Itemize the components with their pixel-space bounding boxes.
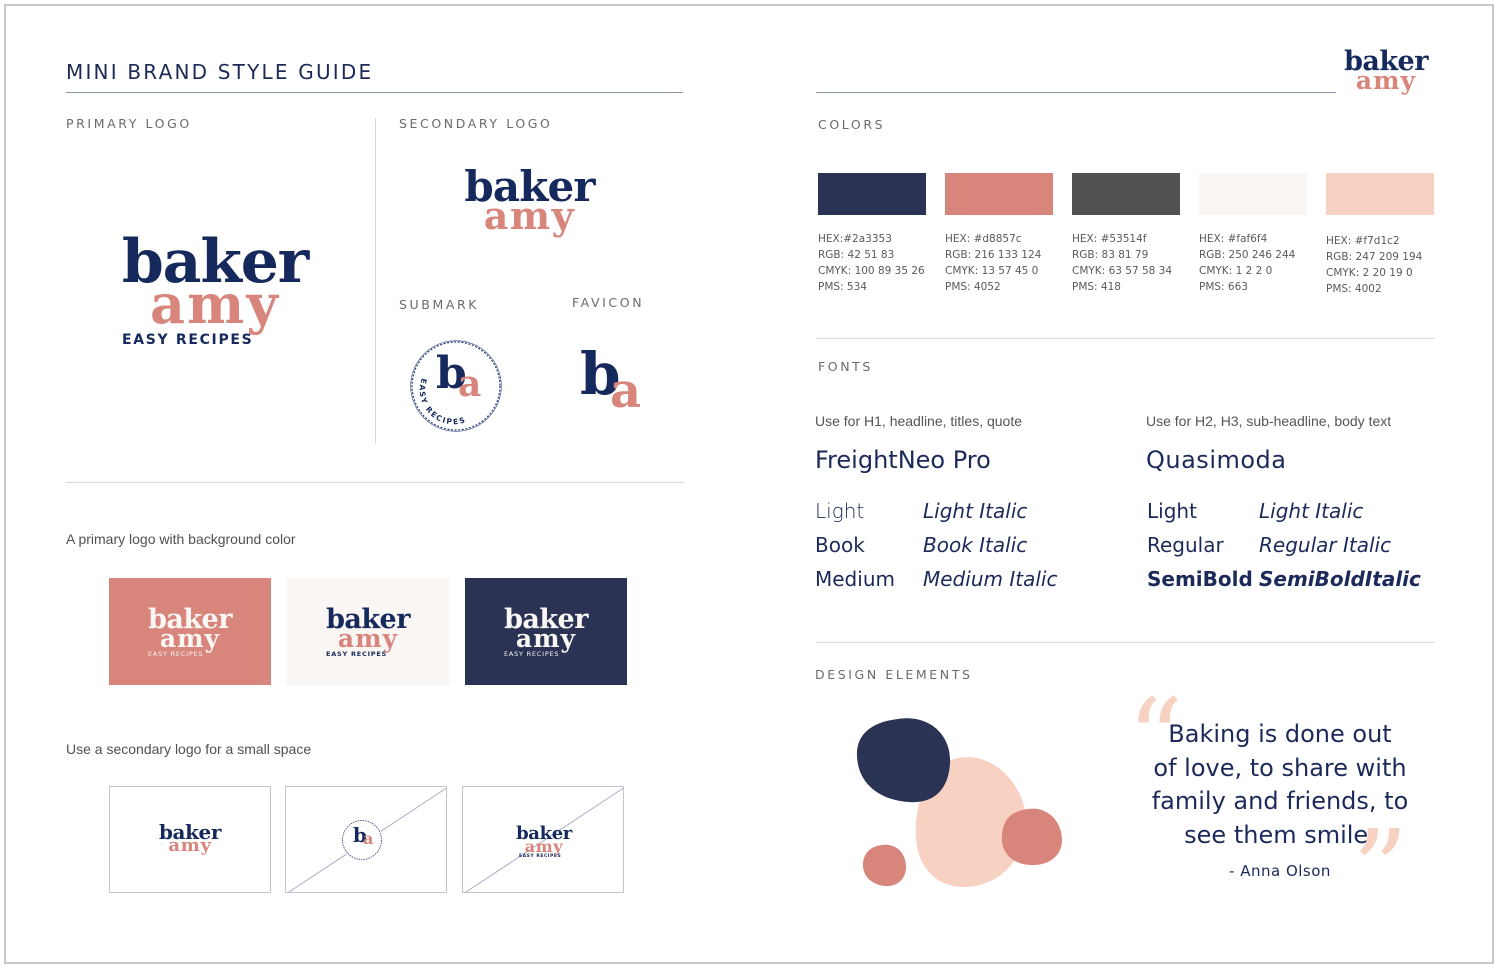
color-hex-value: HEX: #faf6f4 [1199, 233, 1268, 245]
font-usage-secondary: Use for H2, H3, sub-headline, body text [1146, 413, 1392, 429]
font-weight-sample: Light [1147, 499, 1197, 523]
quote-attribution: - Anna Olson [1229, 862, 1331, 880]
font-weight-sample: Light Italic [1259, 499, 1364, 523]
font-name-secondary: Quasimoda [1146, 446, 1287, 474]
page-title: MINI BRAND STYLE GUIDE [66, 60, 374, 84]
mini-submark: b a [341, 819, 383, 861]
blob-pink-small [862, 844, 906, 887]
quote-line: of love, to share with [1153, 753, 1407, 782]
color-pms-value: PMS: 534 [818, 281, 867, 293]
logo-tagline: EASY RECIPES [148, 650, 204, 658]
secondary-logo-label: SECONDARY LOGO [399, 116, 553, 131]
favicon: b a [580, 345, 660, 425]
color-pms-value: PMS: 663 [1199, 281, 1248, 293]
small-card-submark: b a [285, 786, 447, 893]
font-weight-sample: Light [815, 499, 865, 523]
logo-tagline: EASY RECIPES [504, 650, 560, 658]
logo-tagline: EASY RECIPES [326, 650, 388, 658]
color-swatch-info: HEX: #faf6f4 RGB: 250 246 244 CMYK: 1 2 2 … [1199, 231, 1295, 295]
favicon-label: FAVICON [572, 295, 645, 310]
color-pms-value: PMS: 4002 [1326, 283, 1382, 295]
small-logo-caption: Use a secondary logo for a small space [66, 741, 312, 757]
color-swatch [818, 173, 926, 215]
submark: EASY RECIPES b a [408, 338, 504, 434]
color-hex-value: HEX: #f7d1c2 [1326, 235, 1400, 247]
font-weight-sample: Medium Italic [923, 567, 1058, 591]
color-swatch [1326, 173, 1434, 215]
quote-line: Baking is done out [1168, 720, 1392, 748]
favicon-letter-a: a [610, 363, 642, 419]
section-divider [816, 338, 1434, 339]
bg-logo-caption: A primary logo with background color [66, 531, 296, 547]
font-weight-sample: SemiBoldItalic [1259, 567, 1421, 591]
design-blobs [856, 718, 1062, 887]
font-weight-sample: Book Italic [923, 533, 1028, 557]
small-card-wordmark: baker amy [109, 786, 271, 893]
primary-logo-label: PRIMARY LOGO [66, 116, 192, 131]
primary-logo: baker amy EASY RECIPES [105, 232, 325, 347]
color-swatch-info: HEX: #d8857c RGB: 216 133 124 CMYK: 13 57 … [945, 231, 1041, 295]
color-swatch-info: HEX: #f7d1c2 RGB: 247 209 194 CMYK: 2 20 1… [1326, 233, 1422, 297]
color-pms-value: PMS: 418 [1072, 281, 1121, 293]
color-cmyk-value: CMYK: 2 20 19 0 [1326, 267, 1413, 279]
color-rgb-value: RGB: 216 133 124 [945, 249, 1042, 261]
submark-letter-a: a [458, 363, 482, 405]
color-rgb-value: RGB: 250 246 244 [1199, 249, 1296, 261]
logo-word-amy: amy [515, 624, 577, 653]
submark-label: SUBMARK [399, 297, 480, 312]
color-hex-value: HEX: #53514f [1072, 233, 1147, 245]
color-swatch-info: HEX:#2a3353 RGB: 42 51 83 CMYK: 100 89 35 … [818, 231, 925, 295]
mini-submark-letter-a: a [363, 829, 374, 848]
logo-tagline: EASY RECIPES [519, 853, 562, 859]
color-hex-value: HEX: #d8857c [945, 233, 1022, 245]
color-hex-value: HEX:#2a3353 [818, 233, 892, 245]
right-header-divider [816, 92, 1336, 93]
color-cmyk-value: CMYK: 1 2 2 0 [1199, 265, 1273, 277]
color-rgb-value: RGB: 42 51 83 [818, 249, 895, 261]
blob-pink-large [1001, 808, 1062, 866]
font-weight-sample: Regular Italic [1259, 533, 1392, 557]
color-swatch [1199, 173, 1307, 215]
font-weight-sample: Book [815, 533, 865, 557]
font-name-primary: FreightNeo Pro [815, 446, 991, 474]
color-swatch [1072, 173, 1180, 215]
color-rgb-value: RGB: 83 81 79 [1072, 249, 1149, 261]
section-divider [66, 482, 684, 483]
blob-navy [856, 718, 951, 803]
logo-card-pink: baker amy EASY RECIPES [109, 578, 271, 685]
color-swatch-info: HEX: #53514f RGB: 83 81 79 CMYK: 63 57 58 … [1072, 231, 1172, 295]
secondary-logo: baker amy [452, 166, 607, 235]
logo-card-offwhite: baker amy EASY RECIPES [287, 578, 449, 685]
font-usage-primary: Use for H1, headline, titles, quote [815, 413, 1023, 429]
section-divider [816, 642, 1434, 643]
column-divider [375, 118, 376, 444]
header-logo: baker amy [1336, 48, 1436, 93]
logo-word-amy: amy [524, 836, 564, 856]
logo-word-amy: amy [159, 624, 221, 653]
font-weight-sample: Medium [815, 567, 895, 591]
color-pms-value: PMS: 4052 [945, 281, 1001, 293]
color-rgb-value: RGB: 247 209 194 [1326, 251, 1423, 263]
font-weight-sample: SemiBold [1147, 567, 1253, 591]
logo-tagline: EASY RECIPES [122, 331, 254, 348]
font-weight-sample: Regular [1147, 533, 1224, 557]
logo-card-navy: baker amy EASY RECIPES [465, 578, 627, 685]
color-cmyk-value: CMYK: 13 57 45 0 [945, 265, 1039, 277]
color-cmyk-value: CMYK: 63 57 58 34 [1072, 265, 1173, 277]
colors-label: COLORS [818, 117, 886, 132]
design-elements-label: DESIGN ELEMENTS [815, 667, 973, 682]
title-divider [66, 92, 683, 93]
color-swatch [945, 173, 1053, 215]
fonts-label: FONTS [818, 359, 873, 374]
logo-word-amy: amy [168, 834, 212, 856]
font-weight-sample: Light Italic [923, 499, 1028, 523]
color-cmyk-value: CMYK: 100 89 35 26 [818, 265, 925, 277]
logo-word-amy: amy [337, 624, 399, 653]
small-card-primary: baker amy EASY RECIPES [462, 786, 624, 893]
